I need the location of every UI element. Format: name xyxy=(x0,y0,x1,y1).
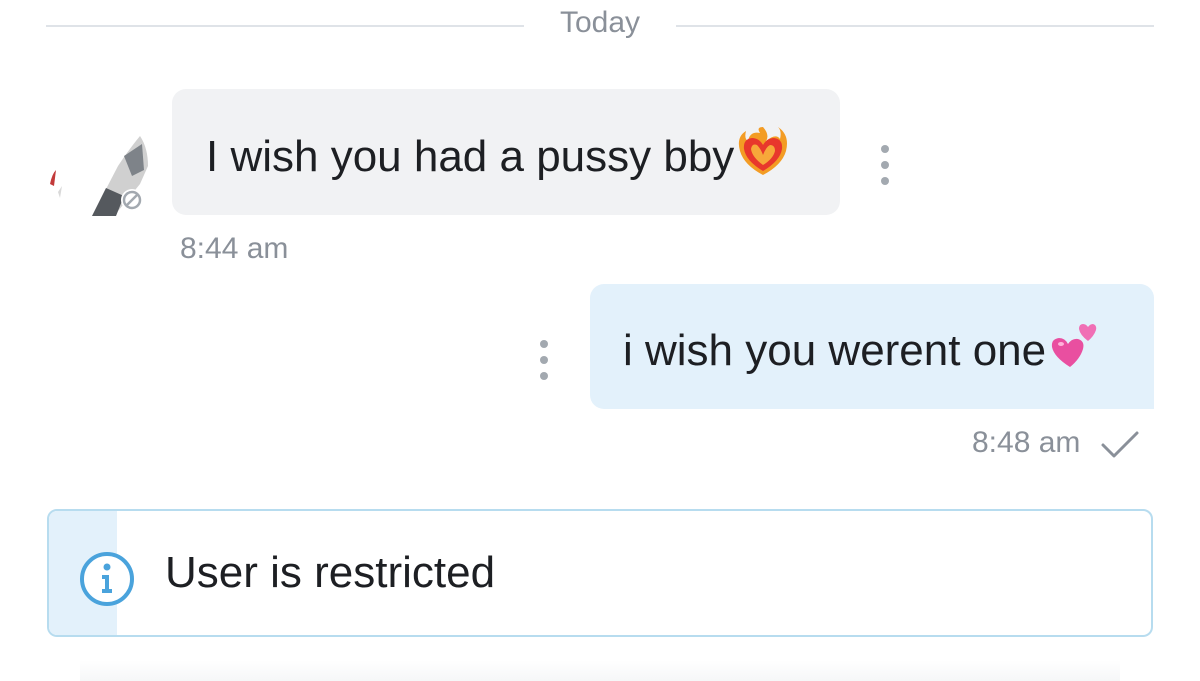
two-hearts-emoji xyxy=(1048,317,1102,382)
restricted-notice: User is restricted xyxy=(47,509,1153,637)
message-options-button[interactable] xyxy=(534,340,554,380)
outgoing-message-time: 8:48 am xyxy=(972,426,1081,459)
incoming-message-text: I wish you had a pussy bby xyxy=(206,132,735,181)
more-dot xyxy=(540,340,548,348)
restricted-notice-text: User is restricted xyxy=(165,548,496,597)
heart-on-fire-emoji xyxy=(736,123,790,188)
more-dot xyxy=(881,145,889,153)
date-divider-label: Today xyxy=(559,6,641,39)
more-dot xyxy=(881,177,889,185)
more-dot xyxy=(540,356,548,364)
date-divider-line-right xyxy=(676,25,1154,27)
info-icon xyxy=(79,551,135,607)
outgoing-message-bubble[interactable]: i wish you werent one xyxy=(590,284,1154,409)
message-options-button[interactable] xyxy=(875,145,895,185)
incoming-message-time: 8:44 am xyxy=(180,232,289,265)
more-dot xyxy=(540,372,548,380)
sender-avatar[interactable] xyxy=(44,126,156,218)
date-divider-line-left xyxy=(46,25,524,27)
more-dot xyxy=(881,161,889,169)
composer-edge xyxy=(80,660,1120,681)
outgoing-message-text: i wish you werent one xyxy=(623,326,1047,375)
sent-check-icon xyxy=(1100,430,1140,460)
incoming-message-bubble[interactable]: I wish you had a pussy bby xyxy=(172,89,840,215)
